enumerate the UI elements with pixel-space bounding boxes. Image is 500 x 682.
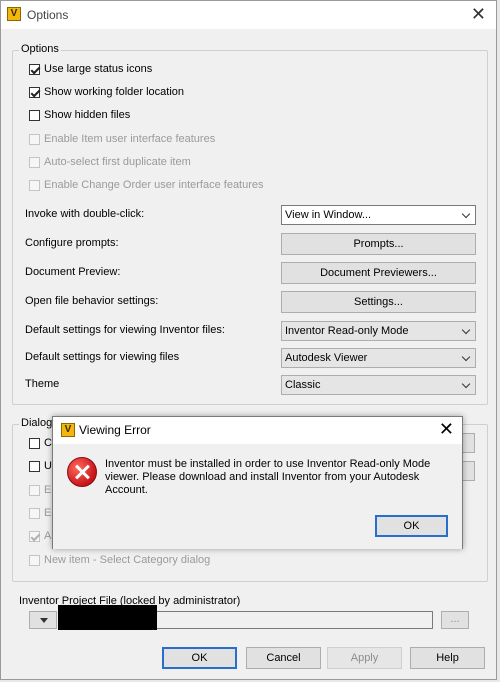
- new-item-category-checkbox: New item - Select Category dialog: [29, 552, 210, 568]
- configure-prompts-label: Configure prompts:: [25, 237, 119, 249]
- use-large-status-icons-checkbox[interactable]: Use large status icons: [29, 61, 152, 77]
- checkbox-box: [29, 179, 40, 191]
- inventor-viewing-label: Default settings for viewing Inventor fi…: [25, 324, 225, 336]
- chevron-down-icon: [461, 325, 471, 335]
- apply-button: Apply: [327, 647, 402, 669]
- show-hidden-files-checkbox[interactable]: Show hidden files: [29, 107, 130, 123]
- checkbox-label: Enable Item user interface features: [44, 133, 216, 145]
- checkbox-box: [29, 156, 40, 168]
- caret-down-icon: [40, 618, 48, 623]
- dropdown-value: View in Window...: [285, 209, 372, 221]
- checkbox-label: Show working folder location: [44, 86, 185, 98]
- autodesk-vault-icon: V: [7, 7, 21, 21]
- checkbox-box: [29, 530, 40, 542]
- browse-button: ...: [441, 611, 469, 629]
- dialog-title: Viewing Error: [79, 423, 151, 437]
- checkbox-box: [29, 133, 40, 145]
- file-viewing-label: Default settings for viewing files: [25, 351, 180, 363]
- ok-button[interactable]: OK: [162, 647, 237, 669]
- checkbox-box[interactable]: [29, 86, 40, 98]
- close-icon[interactable]: ✕: [471, 4, 486, 25]
- checkbox-label: Auto-select first duplicate item: [44, 156, 191, 168]
- checkbox-label: Enable Change Order user interface featu…: [44, 179, 264, 191]
- auto-select-duplicate-checkbox: Auto-select first duplicate item: [29, 154, 191, 170]
- document-preview-label: Document Preview:: [25, 266, 121, 278]
- dropdown-value: Autodesk Viewer: [285, 352, 368, 364]
- hidden-button-edge[interactable]: [463, 433, 475, 453]
- document-previewers-button[interactable]: Document Previewers...: [281, 262, 476, 284]
- invoke-double-click-label: Invoke with double-click:: [25, 208, 145, 220]
- chevron-down-icon: [461, 379, 471, 389]
- checkbox-label: Show hidden files: [44, 109, 131, 121]
- show-working-folder-checkbox[interactable]: Show working folder location: [29, 84, 184, 100]
- theme-dropdown[interactable]: Classic: [281, 375, 476, 395]
- viewing-error-dialog: V Viewing Error ✕ Inventor must be insta…: [52, 416, 463, 549]
- checkbox-box[interactable]: [29, 437, 40, 449]
- window-title: Options: [27, 8, 69, 22]
- checkbox-box: [29, 507, 40, 519]
- dialog-title-bar: V Viewing Error ✕: [53, 417, 462, 443]
- chevron-down-icon: [461, 352, 471, 362]
- redacted-area: [58, 605, 157, 630]
- dialog-ok-button[interactable]: OK: [375, 515, 448, 537]
- checkbox-box[interactable]: [29, 63, 40, 75]
- project-dropdown-button[interactable]: [29, 611, 57, 629]
- autodesk-vault-icon: V: [61, 423, 75, 437]
- open-file-behavior-label: Open file behavior settings:: [25, 295, 159, 307]
- checkbox-label: Use large status icons: [44, 63, 153, 75]
- prompts-button[interactable]: Prompts...: [281, 233, 476, 255]
- hidden-button-edge[interactable]: [463, 461, 475, 481]
- checkbox-box: [29, 554, 40, 566]
- help-button[interactable]: Help: [410, 647, 485, 669]
- error-message: Inventor must be installed in order to u…: [105, 458, 431, 496]
- inventor-viewing-dropdown[interactable]: Inventor Read-only Mode: [281, 321, 476, 341]
- checkbox-box[interactable]: [29, 460, 40, 472]
- checkbox-label: New item - Select Category dialog: [44, 554, 211, 566]
- open-file-settings-button[interactable]: Settings...: [281, 291, 476, 313]
- checkbox-box[interactable]: [29, 109, 40, 121]
- checkbox-box: [29, 484, 40, 496]
- dropdown-value: Inventor Read-only Mode: [285, 325, 409, 337]
- theme-label: Theme: [25, 378, 60, 390]
- error-icon: [67, 457, 97, 487]
- title-bar: V Options ✕: [1, 1, 496, 29]
- dropdown-value: Classic: [285, 379, 321, 391]
- invoke-double-click-dropdown[interactable]: View in Window...: [281, 205, 476, 225]
- close-icon[interactable]: ✕: [439, 419, 454, 440]
- chevron-down-icon: [461, 209, 471, 219]
- enable-change-order-checkbox: Enable Change Order user interface featu…: [29, 177, 264, 193]
- options-legend: Options: [19, 43, 61, 55]
- file-viewing-dropdown[interactable]: Autodesk Viewer: [281, 348, 476, 368]
- enable-item-ui-checkbox: Enable Item user interface features: [29, 131, 215, 147]
- dialog-body: Inventor must be installed in order to u…: [53, 444, 462, 549]
- cancel-button[interactable]: Cancel: [246, 647, 321, 669]
- options-window: V Options ✕ Options Use large status ico…: [0, 0, 497, 680]
